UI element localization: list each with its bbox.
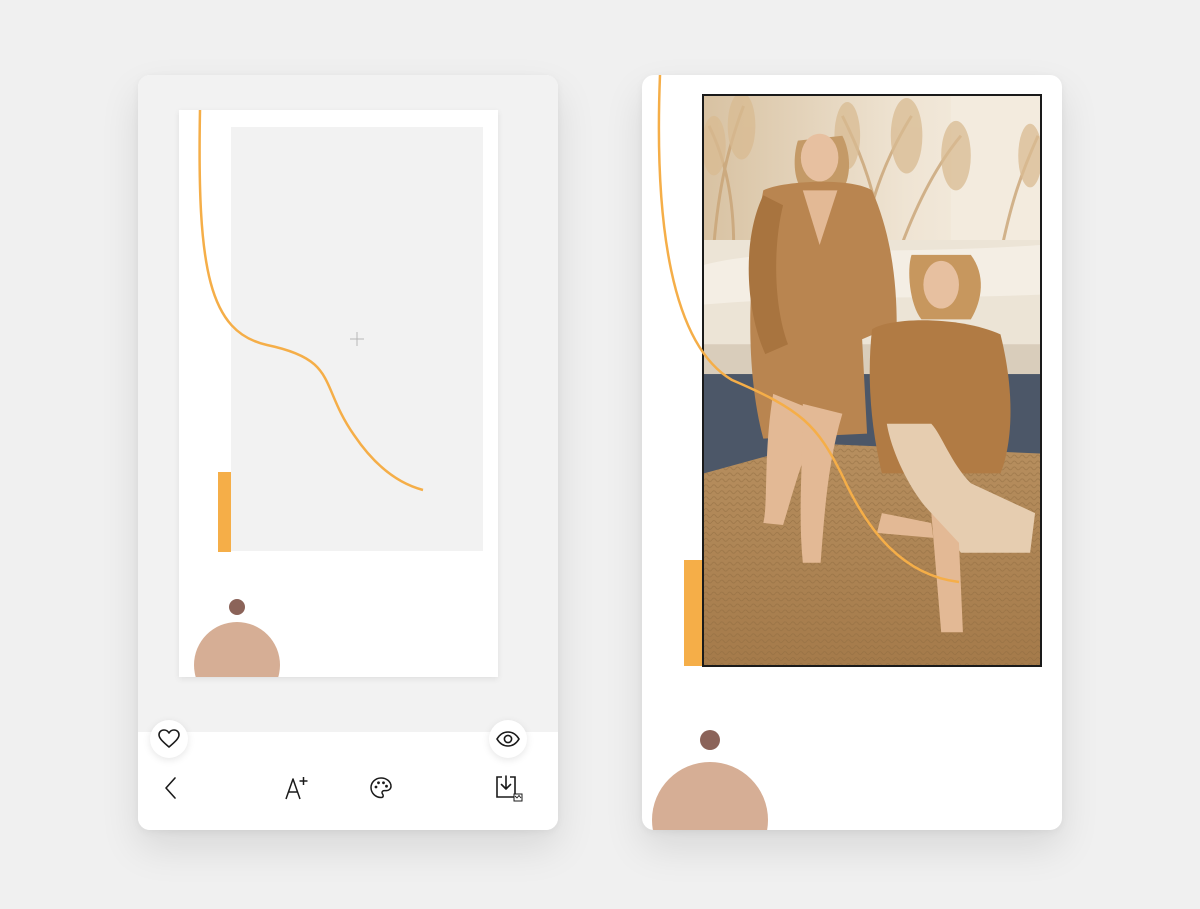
- decorative-brown-dot: [700, 730, 720, 750]
- story-template-card[interactable]: [179, 110, 498, 677]
- palette-icon: [370, 777, 392, 799]
- decorative-beige-circle: [194, 622, 280, 677]
- back-button[interactable]: [155, 772, 187, 804]
- decorative-brown-dot: [229, 599, 245, 615]
- eye-icon: [496, 731, 520, 747]
- preview-screen: [642, 75, 1062, 830]
- decorative-beige-circle: [652, 762, 768, 830]
- chevron-left-icon: [165, 777, 176, 799]
- editor-screen: [138, 75, 558, 830]
- story-photo[interactable]: [702, 94, 1042, 667]
- decorative-orange-bar: [218, 472, 231, 552]
- plus-icon[interactable]: [349, 331, 365, 347]
- preview-button[interactable]: [489, 720, 527, 758]
- decorative-orange-bar: [684, 560, 702, 666]
- color-palette-button[interactable]: [365, 772, 397, 804]
- favorite-button[interactable]: [150, 720, 188, 758]
- download-button[interactable]: [492, 772, 524, 804]
- photo-two-women-icon: [704, 96, 1040, 665]
- photo-placeholder[interactable]: [231, 127, 483, 551]
- add-text-button[interactable]: [280, 772, 312, 804]
- download-icon: [496, 775, 523, 802]
- heart-icon: [158, 729, 180, 748]
- editor-canvas-area: [138, 75, 558, 732]
- add-text-icon: [285, 777, 308, 800]
